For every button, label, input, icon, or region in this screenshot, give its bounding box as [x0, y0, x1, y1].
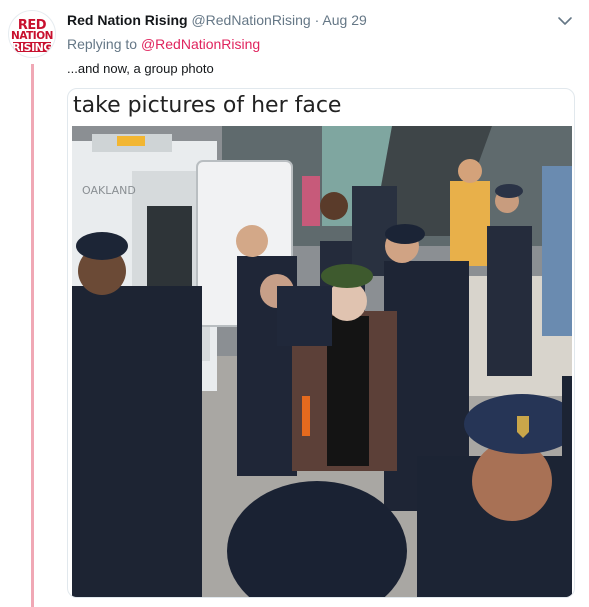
attached-photo[interactable]: OAKLAND: [72, 126, 572, 597]
avatar[interactable]: RED NATION RISING: [8, 10, 56, 58]
replying-to-mention[interactable]: @RedNationRising: [141, 36, 260, 52]
avatar-logo-line3: RISING: [12, 41, 52, 54]
image-caption: take pictures of her face: [73, 93, 342, 118]
tweet-date[interactable]: Aug 29: [322, 12, 366, 28]
header-separator: ·: [314, 12, 320, 28]
tweet-text: ...and now, a group photo: [67, 61, 214, 76]
replying-to: Replying to @RedNationRising: [67, 35, 260, 53]
tweet-header: Red Nation Rising @RedNationRising · Aug…: [67, 11, 367, 29]
media-card[interactable]: take pictures of her face OAKLAND: [67, 88, 575, 598]
thread-line: [31, 64, 34, 607]
van-lettering: OAKLAND: [82, 184, 136, 197]
display-name[interactable]: Red Nation Rising: [67, 12, 188, 28]
chevron-down-icon[interactable]: [557, 14, 573, 28]
user-handle[interactable]: @RedNationRising: [191, 12, 310, 28]
replying-to-label: Replying to: [67, 36, 138, 52]
